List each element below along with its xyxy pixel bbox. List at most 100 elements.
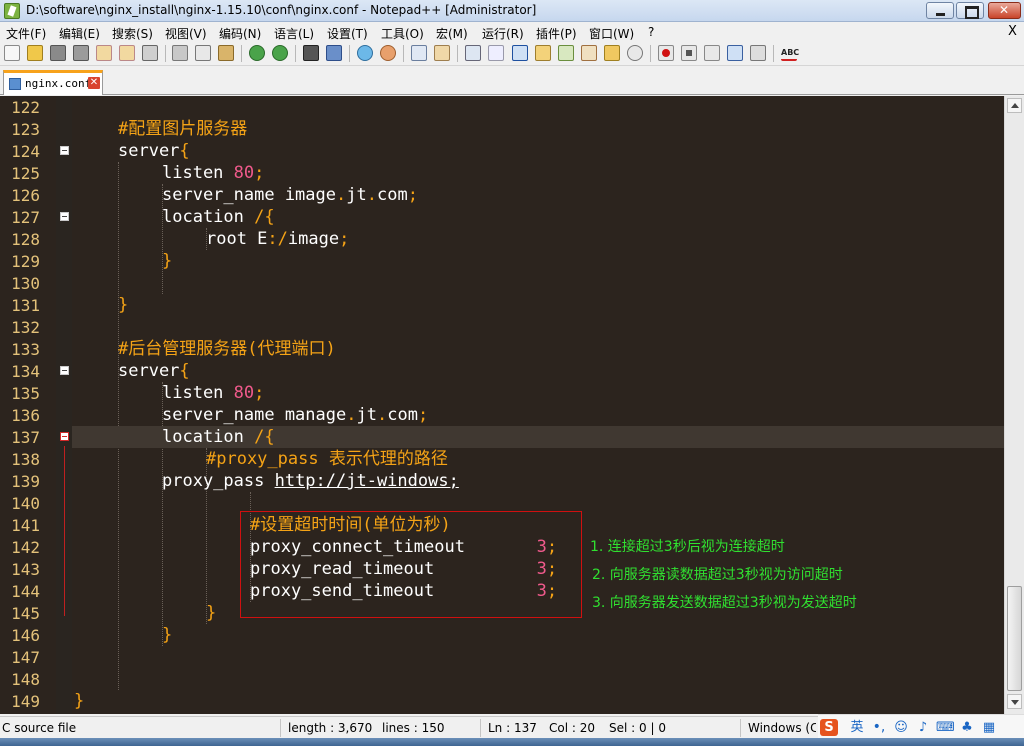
fold-toggle-icon[interactable] <box>60 146 69 155</box>
code-line[interactable]: server_name manage.jt.com; <box>72 404 1004 426</box>
menu-encoding[interactable]: 编码(N) <box>219 25 261 42</box>
menu-window[interactable]: 窗口(W) <box>589 25 634 42</box>
redo-icon[interactable] <box>272 45 288 61</box>
code-line[interactable] <box>72 96 1004 118</box>
code-line[interactable]: server{ <box>72 360 1004 382</box>
word-wrap-icon[interactable] <box>465 45 481 61</box>
zoom-in-icon[interactable] <box>357 45 373 61</box>
line-number: 123 <box>11 120 40 139</box>
code-line[interactable]: proxy_pass http://jt-windows; <box>72 470 1004 492</box>
ime-toolbox-icon[interactable]: ▦ <box>980 719 998 736</box>
close-icon[interactable] <box>96 45 112 61</box>
editor[interactable]: 122 123 124 125 126 127 128 129 130 131 132 133 134 1… <box>0 96 1004 714</box>
function-list-icon[interactable] <box>581 45 597 61</box>
fold-toggle-icon[interactable] <box>60 212 69 221</box>
ime-language-toggle[interactable]: 英 <box>848 719 866 736</box>
close-document-x[interactable]: X <box>1008 24 1017 39</box>
code-line[interactable] <box>72 316 1004 338</box>
code-line[interactable]: listen 80; <box>72 162 1004 184</box>
menu-file[interactable]: 文件(F) <box>6 25 46 42</box>
code-line[interactable]: location /{ <box>72 206 1004 228</box>
paste-icon[interactable] <box>218 45 234 61</box>
fold-toggle-icon[interactable] <box>60 432 69 441</box>
code-line[interactable] <box>72 646 1004 668</box>
code-line[interactable]: server{ <box>72 140 1004 162</box>
ime-skin-icon[interactable]: ♣ <box>958 719 976 736</box>
open-file-icon[interactable] <box>27 45 43 61</box>
menu-plugins[interactable]: 插件(P) <box>536 25 577 42</box>
maximize-button[interactable] <box>956 2 984 19</box>
zoom-out-icon[interactable] <box>380 45 396 61</box>
record-macro-icon[interactable] <box>658 45 674 61</box>
menu-run[interactable]: 运行(R) <box>482 25 524 42</box>
fold-toggle-icon[interactable] <box>60 366 69 375</box>
save-icon[interactable] <box>50 45 66 61</box>
cut-icon[interactable] <box>172 45 188 61</box>
code-line[interactable]: root E:/image; <box>72 228 1004 250</box>
menu-macro[interactable]: 宏(M) <box>436 25 468 42</box>
notepadpp-app-icon[interactable] <box>4 3 20 19</box>
menu-help[interactable]: ? <box>648 25 654 39</box>
code-line[interactable] <box>72 668 1004 690</box>
save-macro-icon[interactable] <box>750 45 766 61</box>
code-line[interactable]: } <box>72 250 1004 272</box>
sogou-ime-icon[interactable]: S <box>820 719 838 736</box>
line-number: 146 <box>11 626 40 645</box>
menu-edit[interactable]: 编辑(E) <box>59 25 100 42</box>
minimize-button[interactable] <box>926 2 954 19</box>
scroll-down-icon[interactable] <box>1007 694 1022 709</box>
udl-icon[interactable] <box>535 45 551 61</box>
spellcheck-icon[interactable]: ABC <box>781 45 799 61</box>
tab-nginx-conf[interactable]: nginx.conf ✕ <box>3 70 103 95</box>
file-icon <box>9 78 21 90</box>
code-token: proxy_pass <box>162 471 275 491</box>
monitor-icon[interactable] <box>627 45 643 61</box>
new-file-icon[interactable] <box>4 45 20 61</box>
doc-map-icon[interactable] <box>558 45 574 61</box>
code-area[interactable]: #配置图片服务器 server{listen 80; server_name ima… <box>72 96 1004 714</box>
close-window-button[interactable] <box>988 2 1021 19</box>
menu-view[interactable]: 视图(V) <box>165 25 207 42</box>
code-line[interactable]: #配置图片服务器 <box>72 118 1004 140</box>
ime-emoji-icon[interactable]: ☺ <box>892 719 910 736</box>
code-line[interactable]: } <box>72 294 1004 316</box>
scroll-thumb[interactable] <box>1007 586 1022 691</box>
vertical-scrollbar[interactable] <box>1004 96 1024 714</box>
code-line[interactable] <box>72 272 1004 294</box>
indent-guide-icon[interactable] <box>512 45 528 61</box>
stop-macro-icon[interactable] <box>681 45 697 61</box>
status-eol[interactable]: Windows (CR LF) <box>748 721 816 735</box>
sync-v-icon[interactable] <box>411 45 427 61</box>
scroll-up-icon[interactable] <box>1007 98 1022 113</box>
sync-h-icon[interactable] <box>434 45 450 61</box>
copy-icon[interactable] <box>195 45 211 61</box>
menu-language[interactable]: 语言(L) <box>274 25 314 42</box>
tab-close-icon[interactable]: ✕ <box>88 77 100 89</box>
menu-search[interactable]: 搜索(S) <box>112 25 153 42</box>
code-line[interactable]: } <box>72 690 1004 712</box>
code-line-current[interactable]: location /{ <box>72 426 1004 448</box>
show-all-chars-icon[interactable] <box>488 45 504 61</box>
run-macro-multi-icon[interactable] <box>727 45 743 61</box>
find-icon[interactable] <box>303 45 319 61</box>
ime-punctuation-icon[interactable]: •, <box>870 719 888 736</box>
menu-tools[interactable]: 工具(O) <box>381 25 424 42</box>
undo-icon[interactable] <box>249 45 265 61</box>
save-all-icon[interactable] <box>73 45 89 61</box>
fold-margin[interactable] <box>56 96 72 714</box>
print-icon[interactable] <box>142 45 158 61</box>
play-macro-icon[interactable] <box>704 45 720 61</box>
code-line[interactable]: server_name image.jt.com; <box>72 184 1004 206</box>
close-all-icon[interactable] <box>119 45 135 61</box>
toolbar-separator <box>457 45 458 62</box>
menu-settings[interactable]: 设置(T) <box>327 25 368 42</box>
code-token: root E <box>206 229 268 249</box>
ime-voice-icon[interactable]: ♪ <box>914 719 932 736</box>
ime-keyboard-icon[interactable]: ⌨ <box>936 719 955 736</box>
code-line[interactable]: } <box>72 624 1004 646</box>
code-line[interactable]: listen 80; <box>72 382 1004 404</box>
folder-workspace-icon[interactable] <box>604 45 620 61</box>
replace-icon[interactable] <box>326 45 342 61</box>
code-line[interactable]: #proxy_pass 表示代理的路径 <box>72 448 1004 470</box>
code-line[interactable]: #后台管理服务器(代理端口) <box>72 338 1004 360</box>
